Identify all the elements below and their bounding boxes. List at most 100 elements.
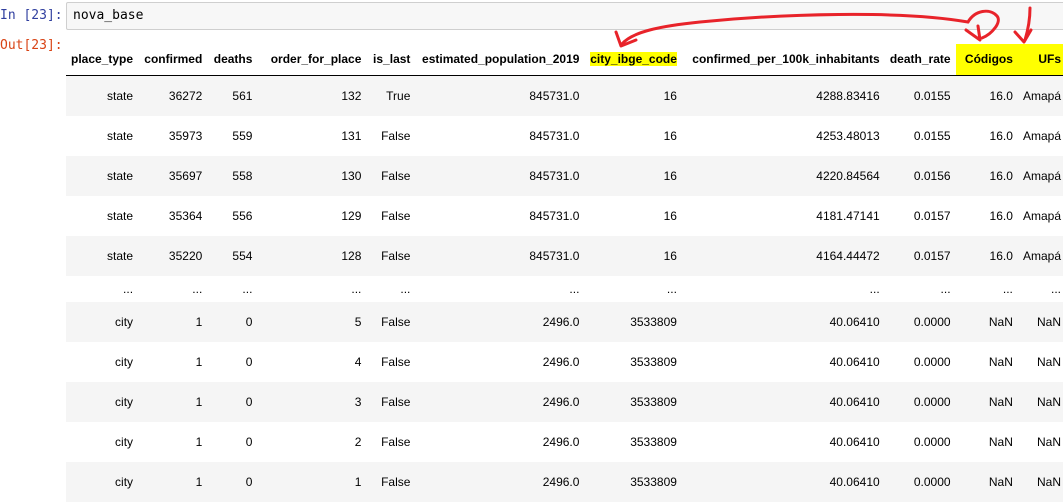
table-cell: 16 [663, 208, 677, 223]
table-cell: 16 [584, 155, 682, 196]
column-header-highlighted: Códigos [955, 44, 1018, 76]
table-cell: state [107, 208, 134, 223]
table-cell: 0.0000 [913, 354, 951, 369]
code-input-cell[interactable]: nova_base [66, 2, 1063, 30]
table-cell: ... [66, 275, 139, 302]
table-cell: 16 [663, 128, 677, 143]
table-cell: ... [207, 275, 258, 302]
table-cell: 3533809 [584, 301, 682, 342]
table-cell: ... [366, 275, 416, 302]
table-cell: city [66, 301, 139, 342]
table-cell: ... [955, 275, 1018, 302]
table-cell: 845731.0 [415, 75, 585, 116]
table-row: state 35220 554 128 False 845731.0 16 4164.4447… [66, 235, 1063, 276]
table-cell: 129 [341, 208, 362, 223]
table-row: city 1 0 1 False 2496.0 3533809 40.06410 0.0000 N… [66, 461, 1063, 502]
table-cell: 1 [138, 381, 208, 422]
table-cell: 4164.44472 [681, 235, 885, 276]
table-cell: False [366, 235, 416, 276]
table-cell: 1 [195, 434, 203, 449]
table-cell: 35220 [138, 235, 208, 276]
code-text[interactable]: nova_base [73, 8, 143, 24]
table-cell: 3533809 [584, 461, 682, 502]
table-cell: False [381, 208, 411, 223]
table-cell: 4288.83416 [681, 75, 885, 116]
column-header: is_last [366, 44, 416, 76]
table-cell: 1 [195, 354, 203, 369]
table-cell: 0.0000 [913, 434, 951, 449]
table-cell: 35973 [168, 128, 203, 143]
table-cell: 16 [584, 75, 682, 116]
table-cell: state [66, 235, 139, 276]
table-cell: Amapá [1017, 155, 1063, 196]
table-cell: city [115, 434, 134, 449]
table-cell: 5 [257, 301, 367, 342]
table-cell: 0.0157 [913, 208, 951, 223]
table-cell: ... [884, 275, 956, 302]
table-cell: 128 [257, 235, 367, 276]
column-header: deaths [207, 44, 258, 76]
table-cell: 4 [354, 354, 362, 369]
table-cell: 132 [257, 75, 367, 116]
table-row: city 1 0 3 False 2496.0 3533809 40.06410 0.0000 N… [66, 381, 1063, 422]
table-cell: False [381, 434, 411, 449]
table-cell: ... [1017, 275, 1063, 302]
table-cell: 40.06410 [829, 354, 880, 369]
table-cell: 0 [245, 434, 253, 449]
table-cell: True [366, 75, 416, 116]
table-cell: 36272 [138, 75, 208, 116]
table-row: city 1 0 5 False 2496.0 3533809 40.06410 0.0000 N… [66, 301, 1063, 342]
table-cell: 845731.0 [529, 208, 580, 223]
column-header: death_rate [884, 44, 956, 76]
table-cell: 40.06410 [681, 461, 885, 502]
table-cell: 845731.0 [529, 128, 580, 143]
table-cell: 561 [207, 75, 258, 116]
table-cell: NaN [955, 301, 1018, 342]
table-cell: 558 [207, 155, 258, 196]
table-cell: 35364 [168, 208, 203, 223]
table-cell: NaN [955, 461, 1018, 502]
table-cell: 0.0157 [884, 235, 956, 276]
table-cell: 845731.0 [415, 235, 585, 276]
table-cell: 3533809 [630, 354, 677, 369]
table-cell: 131 [341, 128, 362, 143]
table-cell: False [366, 301, 416, 342]
table-cell: 0 [207, 461, 258, 502]
table-cell: 16.0 [955, 155, 1018, 196]
table-cell: 2496.0 [415, 461, 585, 502]
table-cell: 2496.0 [542, 434, 580, 449]
arrow-head-ufs [1013, 28, 1033, 44]
table-row: city 1 0 4 False 2496.0 3533809 40.06410 0.0000 N… [66, 342, 1063, 382]
column-header-highlighted: city_ibge_code [584, 44, 682, 76]
table-cell: False [381, 354, 411, 369]
table-cell: 559 [232, 128, 253, 143]
table-cell: NaN [1017, 381, 1063, 422]
table-cell: city [66, 461, 139, 502]
table-row: state 35697 558 130 False 845731.0 16 4220.8456… [66, 155, 1063, 196]
table-cell: 0.0000 [884, 381, 956, 422]
column-header: estimated_population_2019 [415, 44, 585, 76]
table-cell: ... [681, 275, 885, 302]
dataframe-table: place_type confirmed deaths order_for_pl… [66, 44, 1063, 502]
table-cell: 3 [257, 381, 367, 422]
table-row: state 35973 559 131 False 845731.0 16 4253.4801… [66, 116, 1063, 156]
column-header: place_type [66, 44, 139, 76]
table-row: state 36272 561 132 True 845731.0 16 4288.83416… [66, 75, 1063, 116]
table-cell: NaN [1036, 354, 1061, 369]
output-prompt: Out[23]: [0, 38, 63, 53]
table-cell: Amapá [1022, 128, 1061, 143]
column-header: order_for_place [257, 44, 367, 76]
table-cell: 2 [354, 434, 362, 449]
table-cell: state [66, 155, 139, 196]
table-cell: 0.0155 [913, 128, 951, 143]
table-cell: state [107, 128, 134, 143]
table-cell: 845731.0 [415, 155, 585, 196]
table-cell: 2496.0 [415, 301, 585, 342]
table-cell: 16 [584, 235, 682, 276]
table-cell: False [366, 461, 416, 502]
table-cell: state [66, 75, 139, 116]
table-row: state 35364 556 129 False 845731.0 16 4181.4714… [66, 196, 1063, 236]
table-cell: Amapá [1017, 235, 1063, 276]
table-cell: 16.0 [989, 208, 1013, 223]
table-cell: NaN [988, 354, 1013, 369]
